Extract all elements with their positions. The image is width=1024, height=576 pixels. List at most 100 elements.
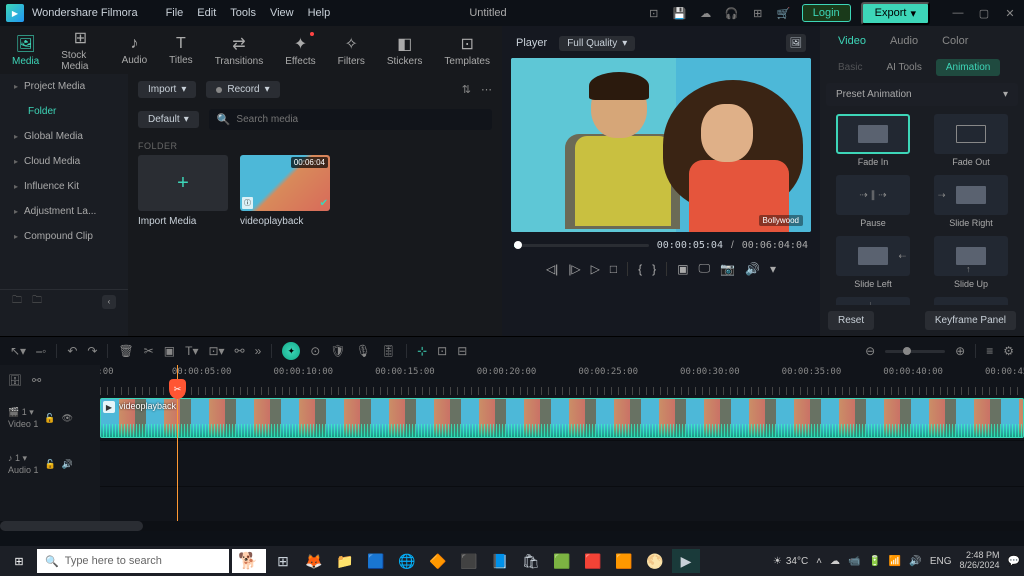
anydesk-icon[interactable]: 🟧 <box>610 549 638 573</box>
idm-icon[interactable]: 🟩 <box>548 549 576 573</box>
mixer-icon[interactable]: 🎚 <box>381 344 396 358</box>
meet-now-icon[interactable]: 📹 <box>848 556 860 567</box>
prev-frame-button[interactable]: ◁| <box>546 262 558 276</box>
menu-edit[interactable]: Edit <box>197 7 216 19</box>
video-clip[interactable]: ▶ videoplayback <box>100 398 1024 438</box>
sidebar-adjustment-layer[interactable]: ▸Adjustment La... <box>0 199 128 224</box>
sidebar-collapse-button[interactable]: ‹ <box>102 295 116 309</box>
track-settings-icon[interactable]: ⚙ <box>1003 344 1014 358</box>
explorer-icon[interactable]: 📁 <box>331 549 359 573</box>
tab-templates[interactable]: ⊡Templates <box>444 34 490 67</box>
minimize-button[interactable]: — <box>950 5 966 21</box>
sort-icon[interactable]: ⇅ <box>462 83 471 96</box>
link-media-icon[interactable]: ⊟ <box>457 344 467 358</box>
inspector-tab-audio[interactable]: Audio <box>882 32 926 50</box>
save-icon[interactable]: 💾 <box>672 5 688 21</box>
preview-viewport[interactable]: Bollywood <box>511 58 811 232</box>
mark-in-button[interactable]: { <box>638 262 642 276</box>
snap-icon[interactable]: ⊹ <box>417 344 427 358</box>
filmora-taskbar-icon[interactable]: ▶ <box>672 549 700 573</box>
view-default-button[interactable]: Default ▾ <box>138 111 199 128</box>
inspector-sub-basic[interactable]: Basic <box>828 59 872 76</box>
taskbar-clock[interactable]: 2:48 PM8/26/2024 <box>960 551 1000 571</box>
visibility-icon[interactable]: 👁 <box>62 413 73 424</box>
anim-vortex-in[interactable]: ⟳Vortex In <box>926 297 1016 305</box>
stop-button[interactable]: □ <box>610 262 617 276</box>
record-button[interactable]: Record ▾ <box>206 81 279 98</box>
inspector-tab-video[interactable]: Video <box>830 32 874 50</box>
tab-filters[interactable]: ✧Filters <box>338 34 365 67</box>
more-icon[interactable]: ⋯ <box>481 83 492 96</box>
import-media-tile[interactable]: + Import Media <box>138 155 228 227</box>
preview-scrubber[interactable] <box>514 244 649 247</box>
playhead[interactable] <box>177 365 178 521</box>
new-folder-icon[interactable]: 🗀 <box>12 293 22 310</box>
audio-track-1[interactable] <box>100 441 1024 487</box>
import-button[interactable]: Import ▾ <box>138 81 196 98</box>
ai-tools-button[interactable]: ✦ <box>282 342 300 360</box>
sidebar-cloud-media[interactable]: ▸Cloud Media <box>0 149 128 174</box>
camera-icon[interactable]: 📷 <box>720 262 735 276</box>
anim-slide-right[interactable]: ⇢Slide Right <box>926 175 1016 228</box>
menu-file[interactable]: File <box>166 7 184 19</box>
vlc-icon[interactable]: 🔶 <box>424 549 452 573</box>
zoom-slider[interactable] <box>885 350 945 353</box>
language-icon[interactable]: ENG <box>930 556 952 567</box>
wps-icon[interactable]: 🟥 <box>579 549 607 573</box>
voice-icon[interactable]: 🎙 <box>356 344 371 358</box>
zoom-in-icon[interactable]: ⊕ <box>955 344 965 358</box>
anim-fade-out[interactable]: Fade Out <box>926 114 1016 167</box>
firefox-icon[interactable]: 🦊 <box>300 549 328 573</box>
weather-widget[interactable]: ☀34°C <box>773 556 808 567</box>
quality-selector[interactable]: Full Quality ▾ <box>559 36 635 51</box>
store-icon[interactable]: 🛍 <box>517 549 545 573</box>
menu-tools[interactable]: Tools <box>230 7 256 19</box>
split-icon[interactable]: ✂ <box>144 344 154 358</box>
inspector-sub-aitools[interactable]: AI Tools <box>876 59 931 76</box>
chrome-icon[interactable]: 🌕 <box>641 549 669 573</box>
task-view-icon[interactable]: ⊞ <box>269 549 297 573</box>
new-bin-icon[interactable]: 🗀 <box>32 293 42 310</box>
notifications-icon[interactable]: 💬 <box>1008 556 1020 567</box>
tab-media[interactable]: 🖼Media <box>12 34 39 67</box>
step-back-button[interactable]: |▷ <box>568 262 580 276</box>
apps-icon[interactable]: ⊞ <box>750 5 766 21</box>
headset-icon[interactable]: 🎧 <box>724 5 740 21</box>
text-tool-icon[interactable]: T▾ <box>185 344 198 358</box>
anim-slide-up[interactable]: ↑Slide Up <box>926 236 1016 289</box>
media-clip-videoplayback[interactable]: 00:06:04 ⓘ ✔ videoplayback <box>240 155 330 227</box>
search-box[interactable]: 🔍 <box>209 109 492 130</box>
sidebar-global-media[interactable]: ▸Global Media <box>0 124 128 149</box>
word-icon[interactable]: 📘 <box>486 549 514 573</box>
tab-effects[interactable]: ✦Effects <box>285 34 315 67</box>
anim-fade-in[interactable]: Fade In <box>828 114 918 167</box>
render-icon[interactable]: ⊙ <box>310 344 320 358</box>
anim-pause[interactable]: ⇢ ∥ ⇢Pause <box>828 175 918 228</box>
crop-tool-icon[interactable]: ▣ <box>164 344 175 358</box>
redo-icon[interactable]: ↷ <box>87 344 97 358</box>
cart-icon[interactable]: 🛒 <box>776 5 792 21</box>
zoom-out-icon[interactable]: ⊖ <box>865 344 875 358</box>
lock-icon[interactable]: 🔓 <box>44 413 55 424</box>
app2-icon[interactable]: ⬛ <box>455 549 483 573</box>
wifi-icon[interactable]: 📶 <box>889 556 901 567</box>
preset-animation-header[interactable]: Preset Animation▾ <box>826 83 1018 106</box>
anim-slide-down[interactable]: ↓Slide Down <box>828 297 918 305</box>
sidebar-influence-kit[interactable]: ▸Influence Kit <box>0 174 128 199</box>
track-header-icon[interactable]: 🗄 <box>8 374 22 387</box>
rec-screen-icon[interactable]: ⊡ <box>437 344 447 358</box>
tab-transitions[interactable]: ⇄Transitions <box>215 34 264 67</box>
tab-stock-media[interactable]: ⊞Stock Media <box>61 28 99 72</box>
sidebar-compound-clip[interactable]: ▸Compound Clip <box>0 224 128 249</box>
close-button[interactable]: ✕ <box>1002 5 1018 21</box>
lock-icon[interactable]: 🔓 <box>45 459 56 470</box>
start-button[interactable]: ⊞ <box>4 549 34 573</box>
play-button[interactable]: ▷ <box>591 262 600 276</box>
volume-icon[interactable]: 🔊 <box>745 262 760 276</box>
settings-down-icon[interactable]: ▾ <box>770 262 776 276</box>
menu-help[interactable]: Help <box>308 7 331 19</box>
timeline-ruler[interactable]: 00:00 00:00:05:00 00:00:10:00 00:00:15:0… <box>100 365 1024 395</box>
mute-icon[interactable]: 🔊 <box>62 459 73 470</box>
sidebar-project-media[interactable]: ▸Project Media <box>0 74 128 99</box>
app1-icon[interactable]: 🟦 <box>362 549 390 573</box>
